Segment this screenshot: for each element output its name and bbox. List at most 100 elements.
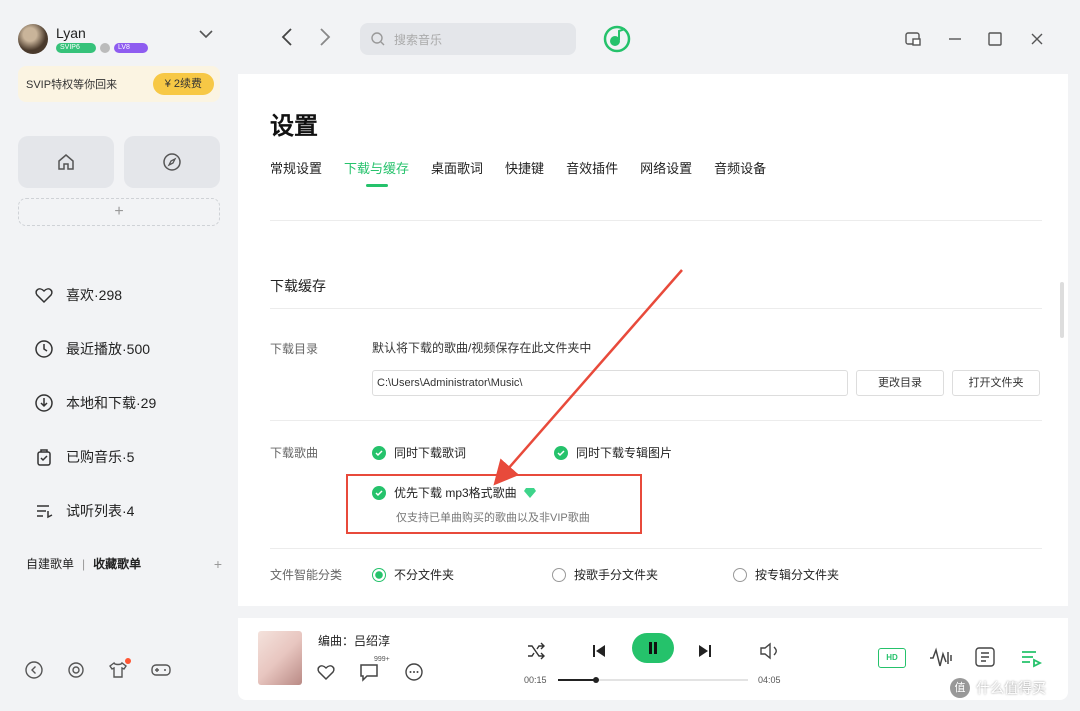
checkbox-download-cover[interactable]: 同时下载专辑图片 [554,444,672,461]
skin-button[interactable] [108,658,131,685]
sidebar-item-local[interactable]: 本地和下载·29 [34,376,156,430]
close-button[interactable] [1028,30,1046,53]
radio-by-artist[interactable]: 按歌手分文件夹 [552,566,658,583]
back-circle-icon[interactable] [24,660,44,680]
sound-effect-icon[interactable] [928,646,954,670]
classify-label: 文件智能分类 [270,568,343,582]
playlist-queue-icon[interactable] [1020,648,1042,668]
radio-by-album[interactable]: 按专辑分文件夹 [733,566,839,583]
download-dir-description: 默认将下载的歌曲/视频保存在此文件夹中 [372,341,592,355]
settings-icon[interactable] [66,660,86,680]
playlist-tabs: 自建歌单 | 收藏歌单 + [26,555,222,572]
radio-unselected [552,567,566,582]
maximize-button[interactable] [986,30,1004,53]
progress-fill [558,679,596,681]
tab-download-cache[interactable]: 下载与缓存 [344,158,409,187]
chevron-right-icon [320,28,331,46]
progress-knob[interactable] [593,677,599,683]
comment-icon[interactable] [358,662,380,682]
watermark: 值 什么值得买 [950,678,1046,698]
time-current: 00:15 [524,675,547,685]
highlight-box [346,474,642,534]
tab-shortcuts[interactable]: 快捷键 [505,158,544,187]
pause-button[interactable] [632,633,674,663]
hd-button[interactable]: HD [878,648,906,668]
tab-collected-playlists[interactable]: 收藏歌单 [93,555,141,572]
sidebar-item-label: 试听列表·4 [66,503,135,519]
more-icon[interactable] [404,662,424,682]
playlist-icon [37,505,53,519]
forward-button[interactable] [318,26,332,54]
heart-icon[interactable] [316,662,336,682]
minimize-icon [949,38,961,40]
clock-icon [35,340,53,358]
shuffle-icon[interactable] [526,642,546,660]
sidebar-bottom-icons [24,658,172,685]
change-dir-button[interactable]: 更改目录 [856,370,944,396]
svip-text: SVIP特权等你回来 [26,79,118,91]
back-button[interactable] [280,26,294,54]
avatar[interactable] [18,24,48,54]
tab-network[interactable]: 网络设置 [640,158,692,187]
music-logo-icon[interactable] [602,24,632,59]
comment-count: 999+ [374,656,390,663]
vip-badge [100,43,110,53]
check-icon [554,445,568,460]
album-cover[interactable] [258,631,302,685]
renew-button[interactable]: ¥ 2续费 [152,73,214,95]
radio-no-folder[interactable]: 不分文件夹 [372,566,454,583]
player-bar: 编曲：吕绍淳 999+ 00:15 04:05 HD [238,618,1068,700]
sidebar-item-trial[interactable]: 试听列表·4 [34,484,156,538]
radio-label: 按歌手分文件夹 [574,568,659,582]
sidebar-item-recent[interactable]: 最近播放·500 [34,322,156,376]
mini-mode-button[interactable] [904,30,922,53]
previous-icon[interactable] [590,642,608,660]
maximize-icon [988,32,1002,46]
page-title: 设置 [270,113,318,140]
sidebar-item-label: 喜欢·298 [66,287,123,303]
divider [270,220,1042,221]
level-badge: LV8 [114,43,148,53]
settings-tabs: 常规设置 下载与缓存 桌面歌词 快捷键 音效插件 网络设置 音频设备 [270,158,766,187]
open-folder-button[interactable]: 打开文件夹 [952,370,1040,396]
checkbox-download-lyrics[interactable]: 同时下载歌词 [372,444,466,461]
section-title: 下载缓存 [270,278,326,294]
divider [270,420,1042,421]
watermark-text: 什么值得买 [976,680,1046,696]
search-input[interactable]: 搜索音乐 [360,23,576,55]
add-shortcut-button[interactable]: + [18,198,220,226]
compass-icon [163,153,181,171]
sidebar-item-liked[interactable]: 喜欢·298 [34,268,156,322]
download-dir-label: 下载目录 [270,342,319,356]
divider [270,548,1042,549]
volume-icon[interactable] [758,642,782,660]
top-bar: 搜索音乐 [238,12,1068,74]
lyrics-icon[interactable] [974,646,996,668]
main-panel: 搜索音乐 设置 常规设置 下载与缓存 桌面歌词 快捷键 音效插件 网络设置 音频… [238,12,1068,606]
add-playlist-button[interactable]: + [214,556,222,572]
watermark-logo: 值 [950,678,970,698]
radio-unselected [733,567,747,582]
notification-dot [125,658,131,664]
gamepad-icon[interactable] [150,660,172,680]
scrollbar[interactable] [1060,282,1064,338]
tab-audio-device[interactable]: 音频设备 [714,158,766,187]
home-button[interactable] [18,136,114,188]
download-dir-field[interactable]: C:\Users\Administrator\Music\ [372,370,848,396]
time-total: 04:05 [758,675,781,685]
radio-label: 不分文件夹 [394,568,455,582]
tab-desktop-lyrics[interactable]: 桌面歌词 [431,158,483,187]
sidebar-item-label: 本地和下载·29 [66,395,157,411]
minimize-button[interactable] [946,30,964,53]
chevron-down-icon[interactable] [198,26,214,42]
svip-banner[interactable]: SVIP特权等你回来 ¥ 2续费 [18,66,220,102]
progress-bar[interactable] [558,677,748,683]
user-profile[interactable]: Lyan SVIP6 LV8 [18,24,148,54]
tab-general[interactable]: 常规设置 [270,158,322,187]
tab-sound-plugins[interactable]: 音效插件 [566,158,618,187]
next-icon[interactable] [696,642,714,660]
discover-button[interactable] [124,136,220,188]
close-icon [1031,33,1043,45]
sidebar-item-purchased[interactable]: 已购音乐·5 [34,430,156,484]
tab-created-playlists[interactable]: 自建歌单 [26,555,74,572]
